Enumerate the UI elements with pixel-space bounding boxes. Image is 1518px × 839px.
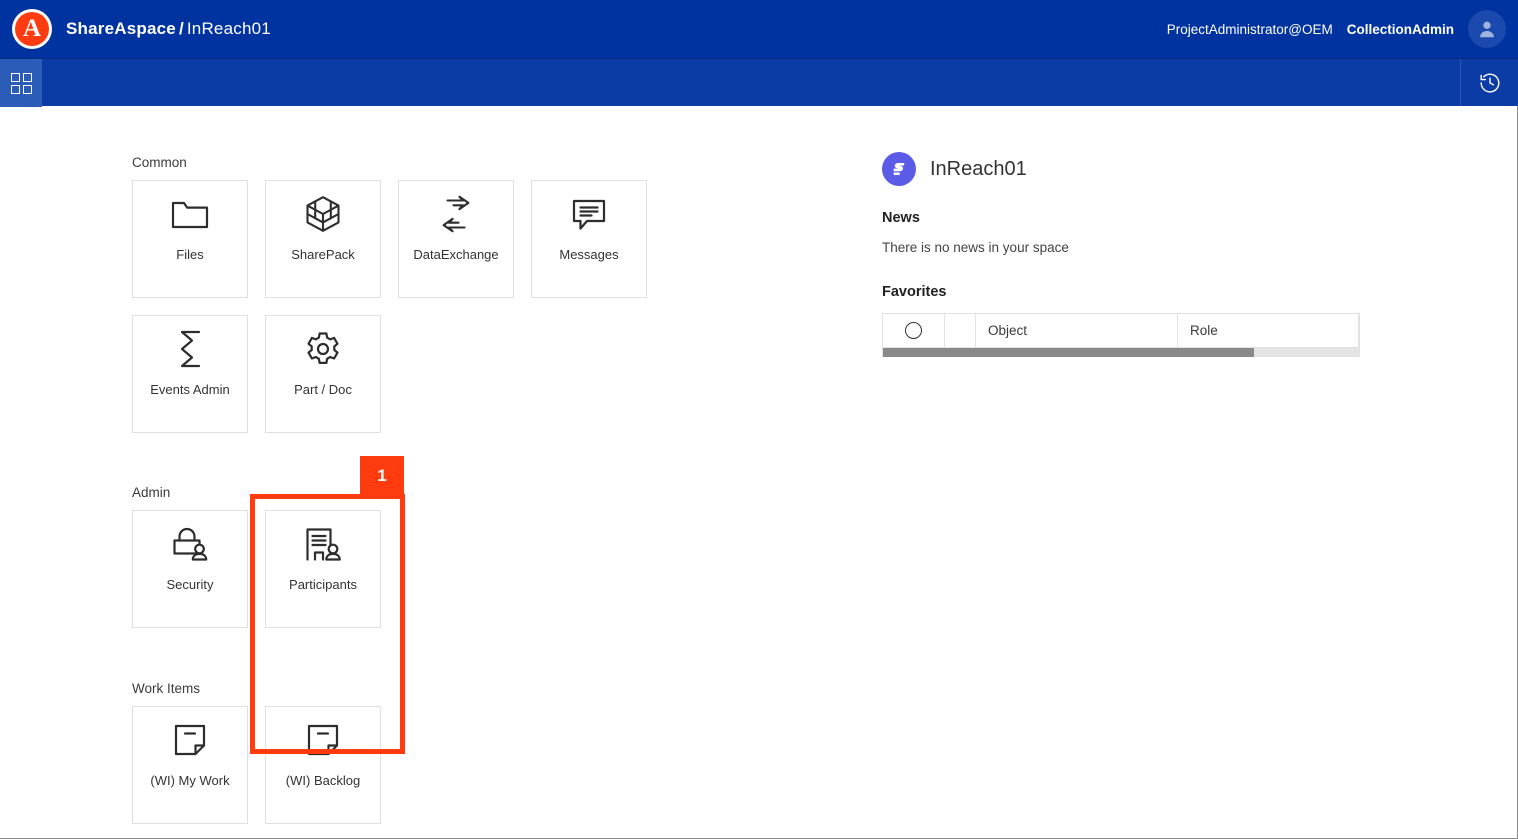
page-body: Common Files bbox=[0, 107, 1517, 838]
column-header-role[interactable]: Role bbox=[1178, 314, 1359, 347]
news-heading: News bbox=[882, 210, 1382, 226]
tile-label: Messages bbox=[559, 247, 618, 263]
group-title-work-items: Work Items bbox=[132, 681, 381, 697]
space-header: InReach01 bbox=[882, 152, 1382, 186]
scrollbar-thumb[interactable] bbox=[883, 348, 1254, 357]
tile-participants[interactable]: Participants bbox=[265, 510, 381, 628]
tile-label: (WI) Backlog bbox=[286, 773, 360, 789]
tile-row-work-items: (WI) My Work (WI) Backlog bbox=[132, 706, 381, 824]
select-all-cell[interactable] bbox=[883, 314, 945, 347]
note-page-icon bbox=[133, 707, 247, 773]
lock-person-icon bbox=[133, 511, 247, 577]
tile-label: Part / Doc bbox=[294, 382, 352, 398]
tile-events-admin[interactable]: Events Admin bbox=[132, 315, 248, 433]
grid-apps-icon[interactable] bbox=[0, 59, 42, 107]
group-work-items: Work Items (WI) My Work bbox=[132, 681, 381, 824]
header-right: ProjectAdministrator@OEM CollectionAdmin bbox=[1167, 10, 1518, 48]
tile-dataexchange[interactable]: DataExchange bbox=[398, 180, 514, 298]
tile-row-common-2: Events Admin Part / Doc bbox=[132, 315, 647, 433]
tile-wi-backlog[interactable]: (WI) Backlog bbox=[265, 706, 381, 824]
column-header-object[interactable]: Object bbox=[976, 314, 1178, 347]
highlight-step-badge: 1 bbox=[360, 456, 404, 496]
tile-row-common-1: Files SharePack bbox=[132, 180, 647, 298]
space-info-panel: InReach01 News There is no news in your … bbox=[882, 152, 1382, 357]
exchange-arrows-icon bbox=[399, 181, 513, 247]
tile-sharepack[interactable]: SharePack bbox=[265, 180, 381, 298]
tile-label: Security bbox=[167, 577, 214, 593]
brand-name: ShareAspace bbox=[66, 19, 176, 38]
tile-label: (WI) My Work bbox=[150, 773, 229, 789]
tile-row-admin: Security Participants bbox=[132, 510, 381, 628]
favorites-horizontal-scrollbar[interactable] bbox=[883, 347, 1359, 356]
toolbar-spacer bbox=[42, 59, 1460, 106]
breadcrumb-space: InReach01 bbox=[187, 19, 271, 38]
favorites-table: Object Role bbox=[882, 313, 1360, 357]
shareaspace-logo-icon: A bbox=[12, 9, 52, 49]
folder-icon bbox=[133, 181, 247, 247]
history-clock-icon[interactable] bbox=[1460, 59, 1518, 106]
tile-label: Events Admin bbox=[150, 382, 230, 398]
breadcrumb: ShareAspace/InReach01 bbox=[66, 19, 271, 39]
lightning-bolt-icon bbox=[133, 316, 247, 382]
message-bubble-icon bbox=[532, 181, 646, 247]
user-account-label: ProjectAdministrator@OEM bbox=[1167, 22, 1333, 37]
app-window: A ShareAspace/InReach01 ProjectAdministr… bbox=[0, 0, 1518, 839]
group-title-admin: Admin bbox=[132, 485, 381, 501]
favorites-heading: Favorites bbox=[882, 284, 1382, 300]
tile-label: Files bbox=[176, 247, 203, 263]
tile-wi-my-work[interactable]: (WI) My Work bbox=[132, 706, 248, 824]
group-admin: Admin Security bbox=[132, 485, 381, 628]
cube-package-icon bbox=[266, 181, 380, 247]
tile-label: Participants bbox=[289, 577, 357, 593]
gear-icon bbox=[266, 316, 380, 382]
radio-circle-icon[interactable] bbox=[905, 322, 922, 339]
document-person-icon bbox=[266, 511, 380, 577]
secondary-toolbar bbox=[0, 58, 1518, 106]
group-common: Common Files bbox=[132, 155, 647, 433]
tile-messages[interactable]: Messages bbox=[531, 180, 647, 298]
brand[interactable]: A ShareAspace/InReach01 bbox=[12, 9, 271, 49]
tile-security[interactable]: Security bbox=[132, 510, 248, 628]
column-header-blank bbox=[945, 314, 976, 347]
note-page-icon bbox=[266, 707, 380, 773]
top-header-bar: A ShareAspace/InReach01 ProjectAdministr… bbox=[0, 0, 1518, 58]
news-empty-text: There is no news in your space bbox=[882, 240, 1382, 255]
tile-label: SharePack bbox=[291, 247, 355, 263]
space-title: InReach01 bbox=[930, 157, 1027, 181]
space-s-icon bbox=[882, 152, 916, 186]
tile-files[interactable]: Files bbox=[132, 180, 248, 298]
user-role-label: CollectionAdmin bbox=[1347, 22, 1454, 37]
favorites-table-header: Object Role bbox=[883, 314, 1359, 347]
user-avatar-icon[interactable] bbox=[1468, 10, 1506, 48]
tile-label: DataExchange bbox=[413, 247, 498, 263]
group-title-common: Common bbox=[132, 155, 647, 171]
tile-part-doc[interactable]: Part / Doc bbox=[265, 315, 381, 433]
breadcrumb-separator: / bbox=[179, 19, 184, 38]
